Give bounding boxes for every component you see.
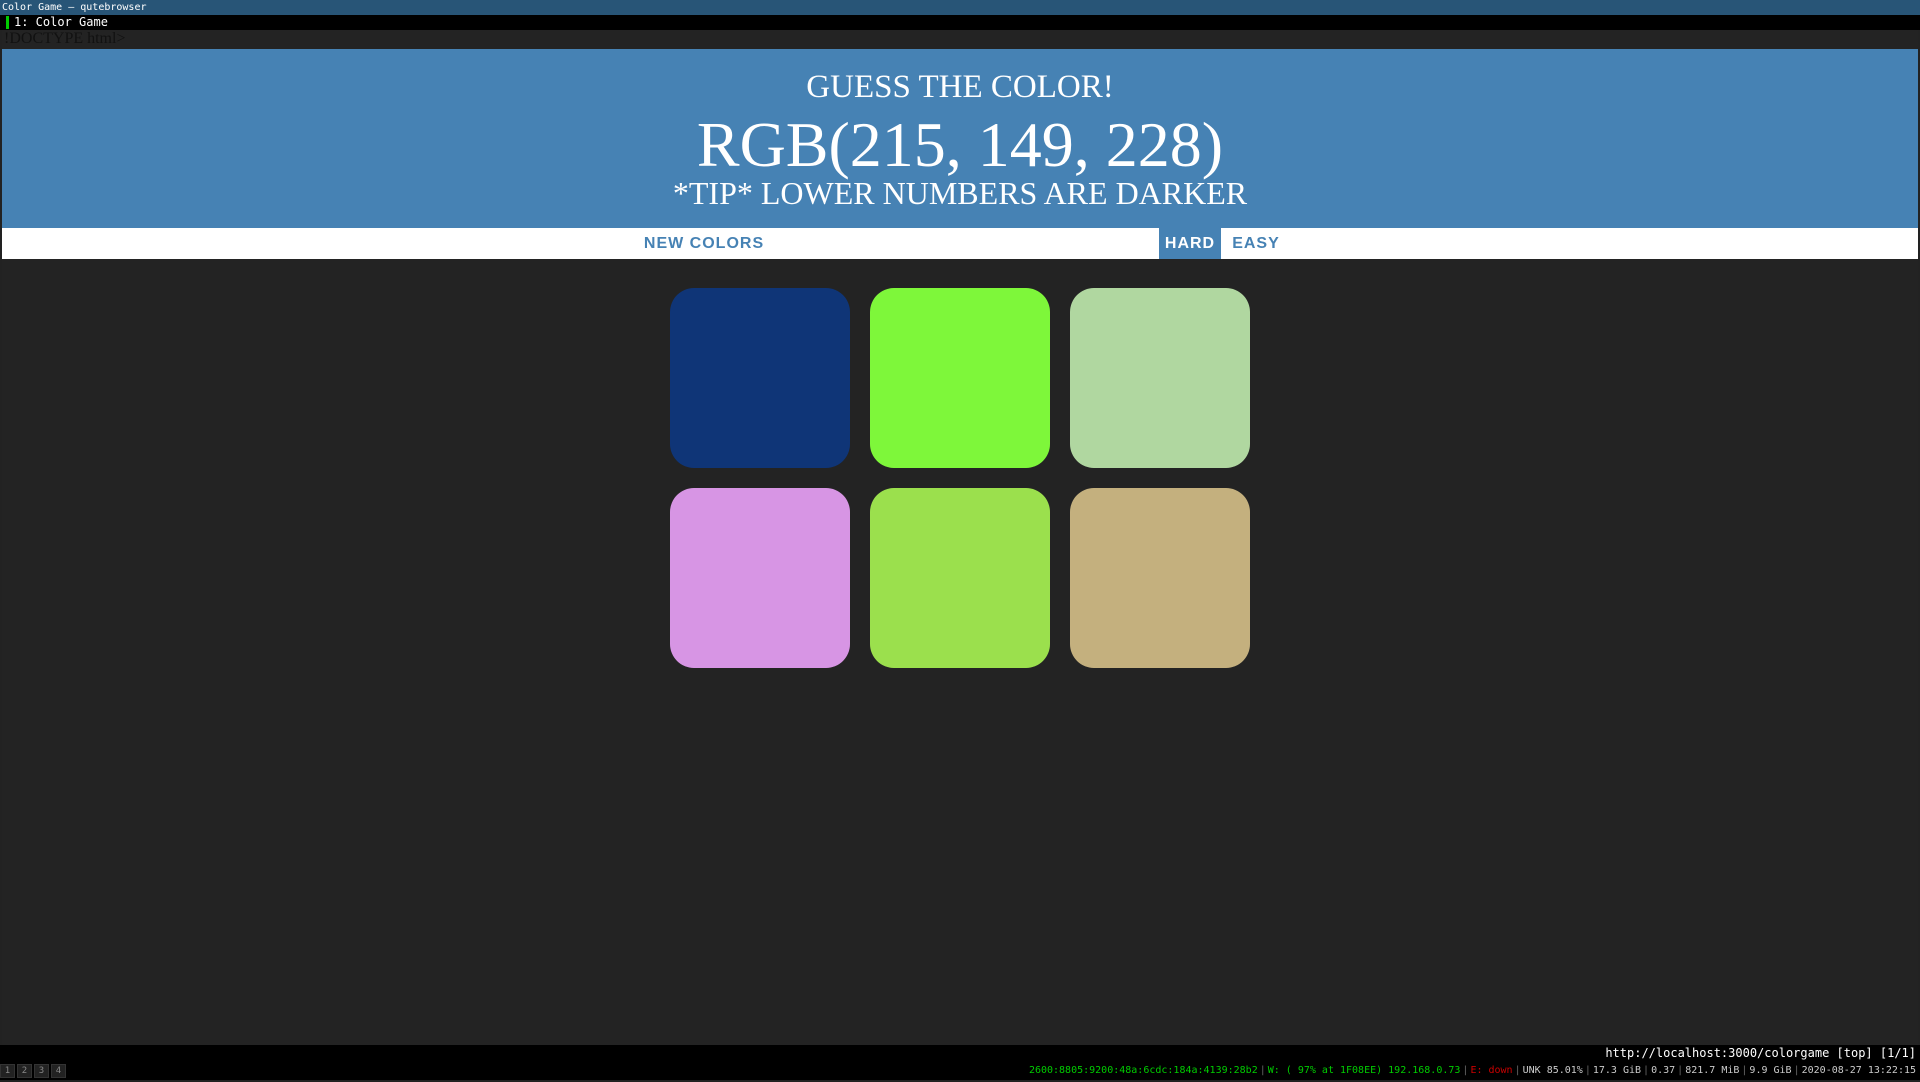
workspace-button[interactable]: 4 — [51, 1064, 66, 1078]
status-ethernet: E: down — [1470, 1065, 1513, 1076]
window-title: Color Game – qutebrowser — [0, 0, 1920, 15]
url-status-bar: http://localhost:3000/colorgame [top] [1… — [0, 1045, 1920, 1062]
color-square[interactable] — [1070, 288, 1250, 468]
page-viewport: !DOCTYPE html> Guess the color! RGB(215,… — [2, 30, 1918, 1045]
hard-mode-button[interactable]: Hard — [1159, 228, 1221, 259]
status-blocks: 2600:8805:9200:48a:6cdc:184a:4139:28b2 | W… — [1029, 1062, 1916, 1080]
workspace-button[interactable]: 1 — [0, 1064, 15, 1078]
workspace-button[interactable]: 3 — [34, 1064, 49, 1078]
status-separator: | — [1584, 1065, 1591, 1076]
workspace-button[interactable]: 2 — [17, 1064, 32, 1078]
system-status-bar: 1234 2600:8805:9200:48a:6cdc:184a:4139:2… — [0, 1062, 1920, 1080]
color-square[interactable] — [1070, 488, 1250, 668]
workspace-switcher: 1234 — [0, 1064, 68, 1078]
color-square[interactable] — [670, 488, 850, 668]
status-datetime: 2020-08-27 13:22:15 — [1801, 1065, 1916, 1076]
status-disk: 17.3 GiB — [1592, 1065, 1642, 1076]
header-title: Guess the color! — [806, 69, 1114, 105]
color-square[interactable] — [870, 488, 1050, 668]
status-swap: 9.9 GiB — [1749, 1065, 1792, 1076]
status-separator: | — [1259, 1065, 1266, 1076]
doctype-text: !DOCTYPE html> — [4, 30, 126, 47]
status-load: 0.37 — [1651, 1065, 1676, 1076]
tab-label: 1: Color Game — [14, 15, 108, 29]
new-colors-button[interactable]: New Colors — [635, 228, 773, 259]
status-memory: 821.7 MiB — [1685, 1065, 1740, 1076]
status-separator: | — [1741, 1065, 1748, 1076]
game-header: Guess the color! RGB(215, 149, 228) *Tip… — [2, 49, 1918, 228]
status-battery: UNK 85.01% — [1522, 1065, 1583, 1076]
status-ipv6: 2600:8805:9200:48a:6cdc:184a:4139:28b2 — [1028, 1065, 1258, 1076]
target-rgb-display: RGB(215, 149, 228) — [696, 109, 1224, 180]
tab-color-game[interactable]: 1: Color Game — [0, 15, 108, 30]
status-wifi: W: ( 97% at 1F08EE) 192.168.0.73 — [1267, 1065, 1461, 1076]
color-square-grid — [670, 288, 1250, 668]
tab-indicator — [6, 16, 9, 29]
status-separator: | — [1793, 1065, 1800, 1076]
status-separator: | — [1514, 1065, 1521, 1076]
color-square[interactable] — [870, 288, 1050, 468]
tab-bar: 1: Color Game — [0, 15, 1920, 30]
status-separator: | — [1462, 1065, 1469, 1076]
color-square[interactable] — [670, 288, 850, 468]
easy-mode-button[interactable]: Easy — [1225, 228, 1287, 259]
header-tip: *Tip* lower numbers are darker — [672, 175, 1248, 211]
status-separator: | — [1677, 1065, 1684, 1076]
status-separator: | — [1643, 1065, 1650, 1076]
controls-stripe: New Colors Hard Easy — [2, 228, 1918, 259]
